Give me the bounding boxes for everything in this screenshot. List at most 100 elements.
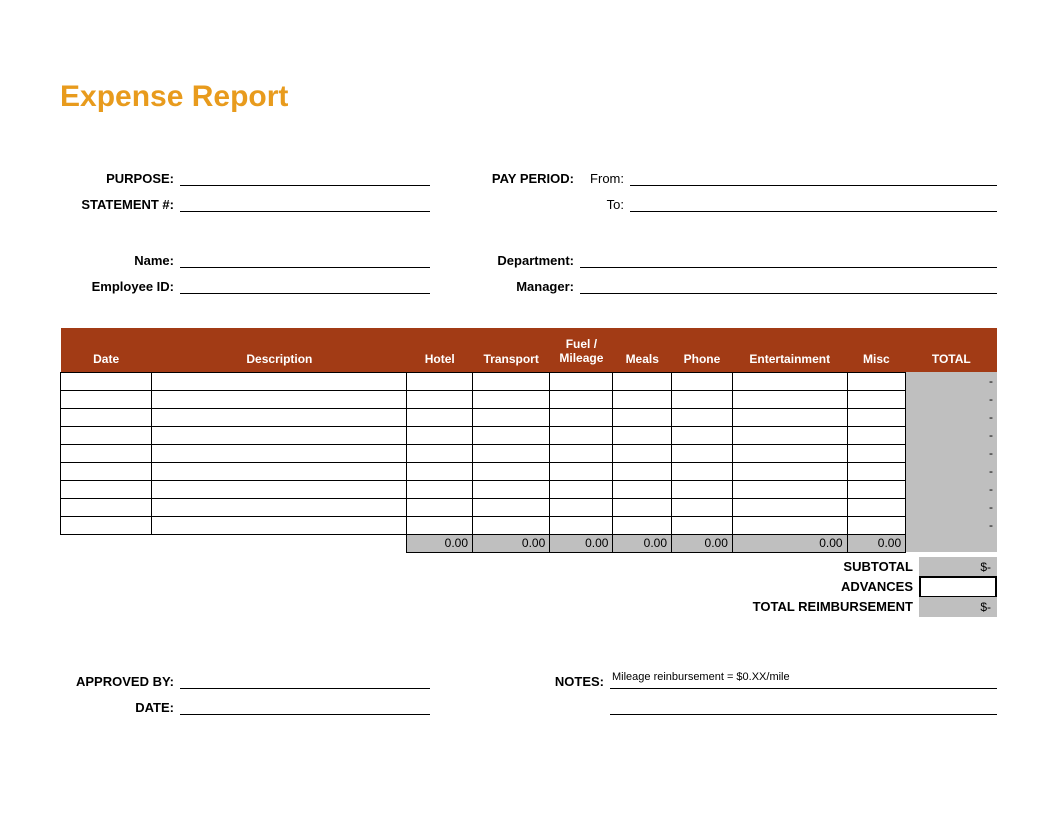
table-cell[interactable]	[61, 498, 152, 516]
table-cell[interactable]	[613, 462, 672, 480]
table-cell[interactable]	[473, 516, 550, 534]
table-cell[interactable]	[550, 498, 613, 516]
table-cell[interactable]	[613, 444, 672, 462]
table-cell[interactable]	[672, 372, 733, 390]
table-cell[interactable]	[152, 462, 407, 480]
table-cell[interactable]	[407, 480, 473, 498]
table-cell[interactable]	[473, 426, 550, 444]
table-cell[interactable]	[847, 408, 906, 426]
expense-report-page: Expense Report PURPOSE: STATEMENT #: PAY…	[0, 0, 1057, 779]
table-cell[interactable]	[732, 426, 847, 444]
table-cell[interactable]	[672, 516, 733, 534]
table-cell[interactable]	[672, 444, 733, 462]
table-cell[interactable]	[152, 408, 407, 426]
table-cell[interactable]	[407, 498, 473, 516]
table-cell[interactable]	[732, 498, 847, 516]
table-cell[interactable]	[152, 426, 407, 444]
table-cell[interactable]	[152, 498, 407, 516]
statement-input[interactable]	[180, 194, 430, 212]
table-cell[interactable]	[847, 480, 906, 498]
table-cell[interactable]	[61, 480, 152, 498]
table-cell[interactable]	[61, 390, 152, 408]
purpose-input[interactable]	[180, 168, 430, 186]
table-cell[interactable]	[550, 372, 613, 390]
table-cell[interactable]	[613, 516, 672, 534]
table-cell[interactable]	[152, 516, 407, 534]
table-cell[interactable]	[672, 426, 733, 444]
table-cell[interactable]	[613, 426, 672, 444]
table-cell[interactable]	[847, 462, 906, 480]
table-cell[interactable]	[152, 444, 407, 462]
employee-id-input[interactable]	[180, 276, 430, 294]
table-cell[interactable]	[847, 498, 906, 516]
table-cell[interactable]	[473, 498, 550, 516]
manager-label: Manager:	[480, 279, 580, 294]
table-cell[interactable]	[732, 444, 847, 462]
table-cell[interactable]	[473, 408, 550, 426]
table-cell[interactable]	[473, 390, 550, 408]
table-cell[interactable]	[613, 372, 672, 390]
notes-input-2[interactable]	[610, 697, 997, 715]
table-cell[interactable]	[732, 408, 847, 426]
table-cell[interactable]	[550, 408, 613, 426]
table-cell[interactable]	[407, 516, 473, 534]
table-cell[interactable]	[847, 372, 906, 390]
manager-input[interactable]	[580, 276, 997, 294]
table-cell[interactable]	[473, 444, 550, 462]
table-cell[interactable]	[613, 480, 672, 498]
table-cell[interactable]	[61, 444, 152, 462]
table-cell[interactable]	[407, 462, 473, 480]
table-cell[interactable]	[732, 480, 847, 498]
table-cell[interactable]	[847, 444, 906, 462]
table-cell[interactable]	[473, 462, 550, 480]
table-cell[interactable]	[672, 462, 733, 480]
table-cell[interactable]	[61, 426, 152, 444]
approved-by-input[interactable]	[180, 671, 430, 689]
table-cell[interactable]	[407, 372, 473, 390]
table-cell[interactable]	[550, 480, 613, 498]
table-cell[interactable]	[407, 426, 473, 444]
table-cell[interactable]	[61, 372, 152, 390]
table-cell[interactable]	[61, 462, 152, 480]
table-cell[interactable]	[613, 408, 672, 426]
table-cell[interactable]	[61, 516, 152, 534]
table-cell[interactable]	[550, 390, 613, 408]
table-cell[interactable]	[847, 426, 906, 444]
notes-input-1[interactable]: Mileage reinbursement = $0.XX/mile	[610, 671, 997, 689]
table-cell[interactable]	[152, 372, 407, 390]
table-cell[interactable]	[550, 426, 613, 444]
table-row: -	[61, 426, 998, 444]
advances-label: ADVANCES	[841, 579, 919, 594]
table-cell[interactable]	[407, 444, 473, 462]
table-cell[interactable]	[847, 516, 906, 534]
table-cell[interactable]	[407, 408, 473, 426]
th-entertainment: Entertainment	[732, 328, 847, 372]
table-cell[interactable]	[672, 498, 733, 516]
table-cell[interactable]	[550, 462, 613, 480]
table-cell[interactable]	[550, 444, 613, 462]
table-cell[interactable]	[732, 516, 847, 534]
table-cell[interactable]	[550, 516, 613, 534]
from-input[interactable]	[630, 168, 997, 186]
table-cell[interactable]	[672, 408, 733, 426]
table-cell[interactable]	[732, 390, 847, 408]
table-cell[interactable]	[152, 390, 407, 408]
approval-date-label: DATE:	[60, 700, 180, 715]
name-input[interactable]	[180, 250, 430, 268]
table-cell[interactable]	[672, 480, 733, 498]
table-cell[interactable]	[613, 498, 672, 516]
table-cell[interactable]	[732, 462, 847, 480]
approval-date-input[interactable]	[180, 697, 430, 715]
table-cell[interactable]	[672, 390, 733, 408]
to-input[interactable]	[630, 194, 997, 212]
table-cell[interactable]	[61, 408, 152, 426]
table-cell[interactable]	[847, 390, 906, 408]
advances-input[interactable]	[919, 576, 997, 598]
table-cell[interactable]	[613, 390, 672, 408]
table-cell[interactable]	[407, 390, 473, 408]
table-cell[interactable]	[732, 372, 847, 390]
table-cell[interactable]	[152, 480, 407, 498]
table-cell[interactable]	[473, 480, 550, 498]
table-cell[interactable]	[473, 372, 550, 390]
department-input[interactable]	[580, 250, 997, 268]
